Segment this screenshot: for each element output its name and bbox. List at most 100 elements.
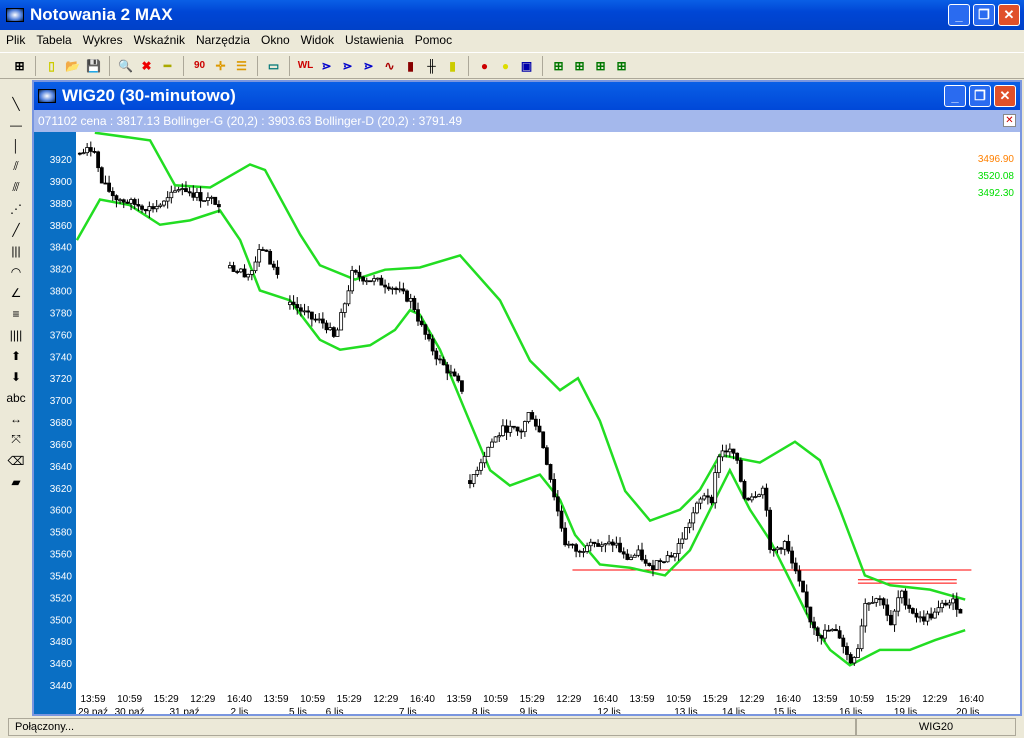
- angle-icon[interactable]: ∠: [7, 283, 26, 302]
- chart-maximize-button[interactable]: ❐: [969, 85, 991, 107]
- arcs-icon[interactable]: ◠: [7, 262, 26, 281]
- candle-body: [456, 375, 461, 382]
- chart-close-button[interactable]: ✕: [994, 85, 1016, 107]
- crosshair-icon[interactable]: ✛: [211, 56, 230, 75]
- x-tick-time: 15:29: [886, 694, 911, 705]
- x-tick-time: 16:40: [959, 694, 984, 705]
- wave-icon-2[interactable]: ⋗: [338, 56, 357, 75]
- zoom-off-icon[interactable]: ✖: [137, 56, 156, 75]
- close-button[interactable]: ✕: [998, 4, 1020, 26]
- move-horizontal-icon[interactable]: ↔: [7, 409, 26, 428]
- candle-body: [235, 271, 240, 273]
- arrow-down-icon[interactable]: ⬇: [7, 367, 26, 386]
- chart-minimize-button[interactable]: _: [944, 85, 966, 107]
- x-tick-date: 30 paź: [115, 707, 145, 714]
- line-icon[interactable]: ╱: [7, 220, 26, 239]
- menu-narzedzia[interactable]: Narzędzia: [196, 33, 250, 47]
- time-zones-icon[interactable]: ||||: [7, 325, 26, 344]
- candle-body: [298, 307, 303, 312]
- candle-body: [537, 425, 542, 433]
- bar-chart-icon[interactable]: ▮: [401, 56, 420, 75]
- vertical-line-icon[interactable]: │: [7, 136, 26, 155]
- layout-4-icon[interactable]: ⊞: [612, 56, 631, 75]
- candle-body: [412, 297, 417, 311]
- text-tool[interactable]: abc: [6, 388, 25, 407]
- candle-body: [195, 192, 199, 198]
- menu-tabela[interactable]: Tabela: [36, 33, 71, 47]
- zoom-icon[interactable]: 🔍: [116, 56, 135, 75]
- eraser-icon[interactable]: ⌫: [7, 451, 26, 470]
- candle-body: [213, 196, 218, 205]
- arrow-up-icon[interactable]: ⬆: [7, 346, 26, 365]
- maximize-button[interactable]: ❐: [973, 4, 995, 26]
- candle-icon[interactable]: ▮: [443, 56, 462, 75]
- x-tick-date: 31 paź: [169, 707, 199, 714]
- menu-ustawienia[interactable]: Ustawienia: [345, 33, 404, 47]
- ruler-icon[interactable]: ━: [158, 56, 177, 75]
- new-file-icon[interactable]: ▯: [42, 56, 61, 75]
- erase-all-icon[interactable]: ▰: [7, 472, 26, 491]
- candle-body: [577, 550, 582, 553]
- candle-body: [176, 189, 181, 192]
- signal-icon[interactable]: ●: [475, 56, 494, 75]
- candle-body: [859, 625, 864, 650]
- minimize-button[interactable]: _: [948, 4, 970, 26]
- menu-pomoc[interactable]: Pomoc: [415, 33, 452, 47]
- grid-icon[interactable]: ⊞: [10, 56, 29, 75]
- candle-body: [408, 297, 413, 302]
- candle-body: [815, 627, 820, 636]
- main-toolbar: ⊞ ▯ 📂 💾 🔍 ✖ ━ 90 ✛ ☰ ▭ WL ⋗ ⋗ ⋗ ∿ ▮ ╫ ▮ …: [0, 52, 1024, 79]
- move-icon[interactable]: ⤧: [7, 430, 26, 449]
- candle-body: [640, 549, 644, 561]
- ohlc-icon[interactable]: ╫: [422, 56, 441, 75]
- menu-wykres[interactable]: Wykres: [83, 33, 123, 47]
- horizontal-line-icon[interactable]: —: [7, 115, 26, 134]
- save-icon[interactable]: 💾: [84, 56, 103, 75]
- add-window-icon[interactable]: ▣: [517, 56, 536, 75]
- y-tick-label: 3840: [50, 243, 73, 254]
- x-tick-date: 16 lis: [839, 707, 862, 714]
- channel-icon[interactable]: ⫽: [7, 157, 26, 176]
- x-tick-date: 19 lis: [894, 707, 917, 714]
- fan-icon[interactable]: ⫻: [7, 178, 26, 197]
- layout-3-icon[interactable]: ⊞: [591, 56, 610, 75]
- wave-icon-3[interactable]: ⋗: [359, 56, 378, 75]
- cycles-icon[interactable]: |||: [7, 241, 26, 260]
- lines-icon[interactable]: ☰: [232, 56, 251, 75]
- candle-body: [147, 206, 152, 212]
- price-chart[interactable]: 3920 3900 3880 3860 3840 3820 3800 3780 3760 3740…: [34, 132, 1020, 714]
- wave-icon-1[interactable]: ⋗: [317, 56, 336, 75]
- info-close-button[interactable]: ✕: [1003, 114, 1016, 127]
- layout-2-icon[interactable]: ⊞: [570, 56, 589, 75]
- menu-plik[interactable]: Plik: [6, 33, 25, 47]
- x-tick-date: 15 lis: [773, 707, 796, 714]
- fibonacci-icon[interactable]: ≡: [7, 304, 26, 323]
- menu-okno[interactable]: Okno: [261, 33, 290, 47]
- candle-body: [903, 590, 908, 606]
- x-tick-date: 13 lis: [674, 707, 697, 714]
- candle-body: [317, 318, 322, 321]
- candle-body: [910, 608, 915, 614]
- menu-wskaznik[interactable]: Wskaźnik: [134, 33, 185, 47]
- numbers-icon[interactable]: 90: [190, 56, 209, 75]
- candle-body: [121, 199, 126, 203]
- chart-area[interactable]: 3920 3900 3880 3860 3840 3820 3800 3780 3760 3740…: [34, 132, 1020, 714]
- candle-body: [288, 301, 292, 306]
- wl-icon[interactable]: WL: [296, 56, 315, 75]
- open-folder-icon[interactable]: 📂: [63, 56, 82, 75]
- candle-body: [687, 522, 692, 528]
- gann-icon[interactable]: ⋰: [7, 199, 26, 218]
- trendline-icon[interactable]: ╲: [7, 94, 26, 113]
- layout-1-icon[interactable]: ⊞: [549, 56, 568, 75]
- app-title: Notowania 2 MAX: [30, 5, 173, 24]
- add-signal-icon[interactable]: ●: [496, 56, 515, 75]
- x-tick-time: 15:29: [337, 694, 362, 705]
- menu-widok[interactable]: Widok: [301, 33, 334, 47]
- candle-body: [581, 551, 586, 553]
- right-value-label: 3520.08: [978, 171, 1015, 182]
- line-chart-icon[interactable]: ∿: [380, 56, 399, 75]
- table-icon[interactable]: ▭: [264, 56, 283, 75]
- candle-body: [165, 197, 170, 202]
- candle-body: [695, 502, 699, 514]
- x-tick-date: 8 lis: [472, 707, 490, 714]
